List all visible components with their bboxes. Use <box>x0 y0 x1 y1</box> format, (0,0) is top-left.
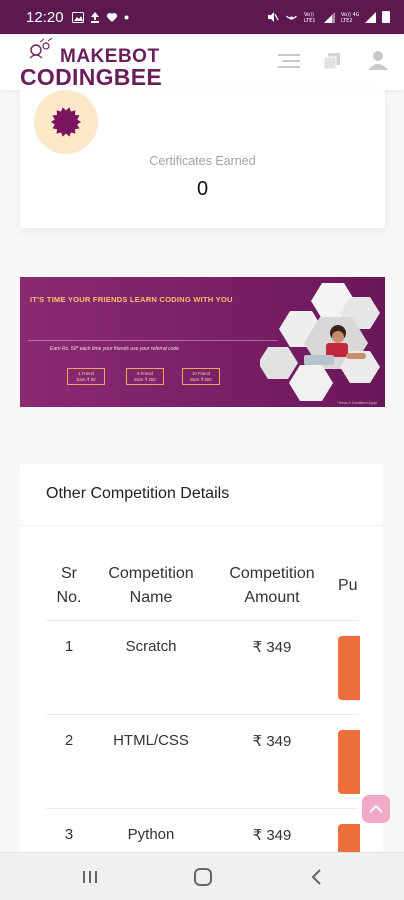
referral-banner[interactable]: IT'S TIME YOUR FRIENDS LEARN CODING WITH… <box>20 277 385 407</box>
banner-headline: IT'S TIME YOUR FRIENDS LEARN CODING WITH… <box>30 295 233 304</box>
menu-icon[interactable] <box>278 50 302 72</box>
signal-icon <box>324 11 335 23</box>
svg-text:LTE2: LTE2 <box>341 18 353 23</box>
heart-icon <box>106 12 117 22</box>
certificates-card: Certificates Earned 0 <box>20 90 385 228</box>
friend-reward: Earn ₹ 500 <box>190 377 212 383</box>
back-icon[interactable] <box>305 865 329 889</box>
home-icon[interactable] <box>191 865 215 889</box>
section-divider <box>20 525 383 526</box>
table-row-divider <box>46 808 358 809</box>
competition-details-card: Other Competition Details Sr No. Competi… <box>20 464 383 864</box>
banner-subline: Earn Rs. 50* each time your friends use … <box>50 346 179 352</box>
column-header-pay: Pu <box>338 577 358 594</box>
user-icon[interactable] <box>366 50 390 72</box>
friend-reward-box: 1 Friend Earn ₹ 50 <box>67 368 105 385</box>
table-cell-sr: 1 <box>64 638 74 655</box>
volte-lte-icon: Vo)) 4GLTE2 <box>341 12 359 23</box>
banner-divider <box>28 340 278 341</box>
recent-apps-icon[interactable] <box>78 865 102 889</box>
friend-reward-box: 5 Friend Earn ₹ 250 <box>126 368 164 385</box>
status-time: 12:20 <box>26 8 64 26</box>
copy-icon[interactable] <box>322 50 346 72</box>
svg-text:LTE1: LTE1 <box>304 18 316 23</box>
signal-icon <box>365 11 376 23</box>
table-cell-name: HTML/CSS <box>113 732 189 749</box>
volte-icon: Vo))LTE1 <box>304 12 316 23</box>
certificate-seal-icon <box>51 107 81 137</box>
chevron-up-icon <box>369 804 383 813</box>
hotspot-icon <box>286 15 297 20</box>
certificates-count: 0 <box>196 178 209 200</box>
table-cell-amount: ₹ 349 <box>252 827 292 844</box>
section-title: Other Competition Details <box>46 485 230 502</box>
table-cell-amount: ₹ 349 <box>252 639 292 656</box>
friend-reward: Earn ₹ 250 <box>134 377 156 383</box>
battery-icon <box>382 11 390 23</box>
system-navigation-bar <box>0 852 404 900</box>
table-row-divider <box>46 714 358 715</box>
column-header-sr-no: Sr No. <box>56 565 82 606</box>
friend-reward-box: 10 Friend Earn ₹ 500 <box>182 368 220 385</box>
mute-icon <box>268 12 279 22</box>
upload-icon <box>90 11 99 23</box>
table-cell-sr: 3 <box>64 826 74 843</box>
status-bar: 12:20 Vo)) LTE1 Vo)) 4G LTE2 <box>0 0 404 34</box>
table-cell-name: Scratch <box>125 638 177 655</box>
column-header-competition-name: Competition Name <box>108 565 194 606</box>
app-header: MAKEBOT CODINGBEE <box>0 34 404 90</box>
pay-button[interactable] <box>338 636 360 700</box>
table-cell-amount: ₹ 349 <box>252 733 292 750</box>
friend-reward: Earn ₹ 50 <box>76 377 96 383</box>
image-icon <box>71 11 84 23</box>
logo-text-codingbee: CODINGBEE <box>20 64 162 90</box>
table-cell-name: Python <box>127 826 175 843</box>
table-cell-sr: 2 <box>64 732 74 749</box>
certificate-badge <box>34 90 98 154</box>
scroll-to-top-button[interactable] <box>362 795 390 823</box>
banner-hexagon-illustration <box>260 283 380 401</box>
banner-terms: *Terms & Conditions Apply <box>337 401 377 405</box>
table-header-divider <box>46 620 358 621</box>
makebot-codingbee-logo[interactable]: MAKEBOT CODINGBEE <box>18 38 172 90</box>
certificates-label: Certificates Earned <box>149 154 256 168</box>
pay-button[interactable] <box>338 730 360 794</box>
column-header-competition-amount: Competition Amount <box>229 565 315 606</box>
dot-icon <box>124 15 129 19</box>
